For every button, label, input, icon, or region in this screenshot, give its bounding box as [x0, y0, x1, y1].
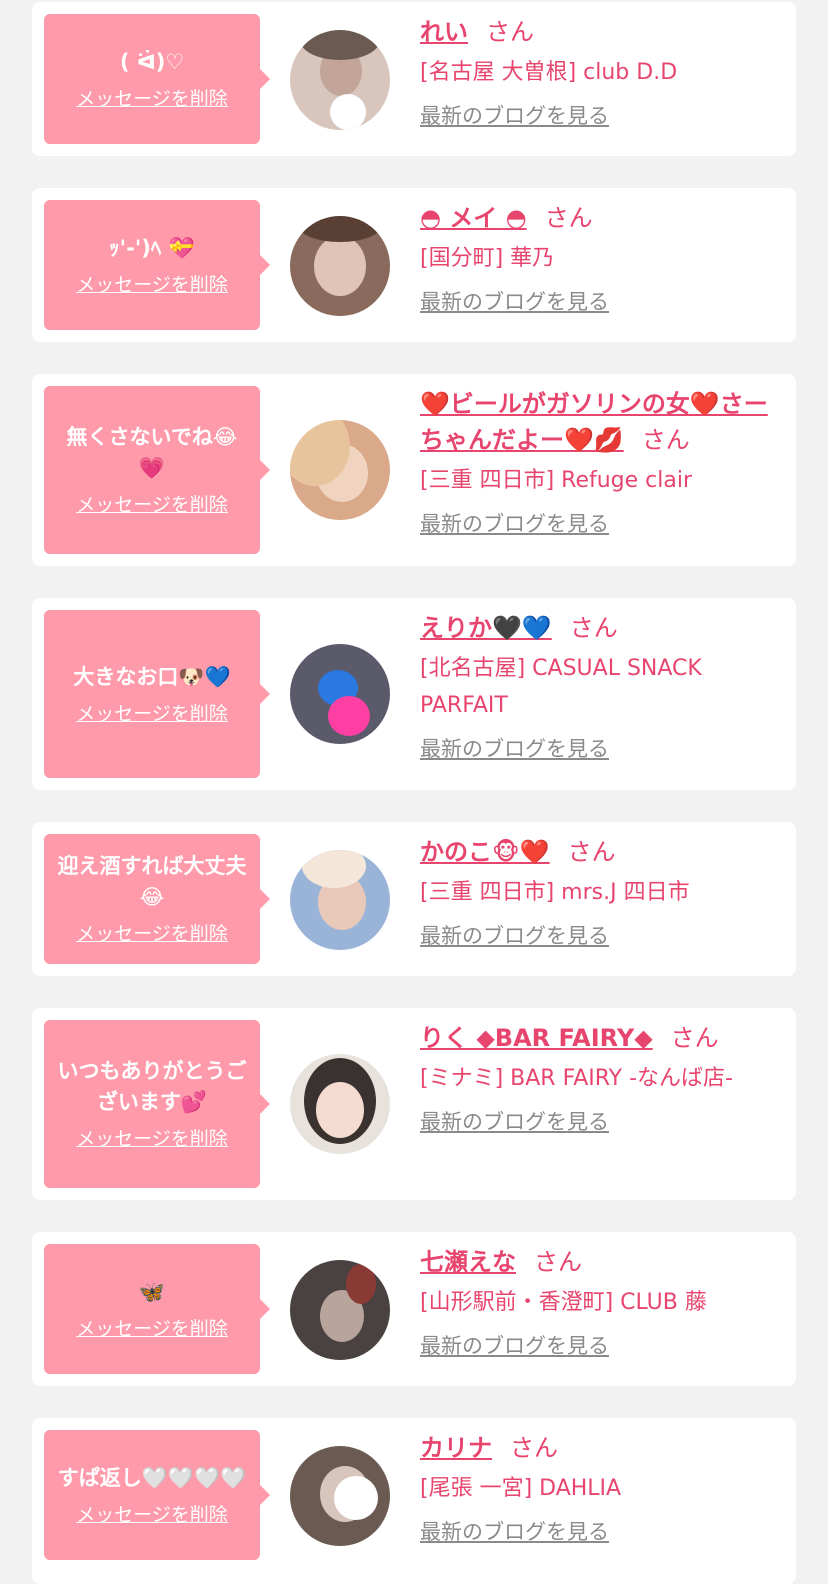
girl-name-link[interactable]: かのこ🐵❤️: [420, 838, 550, 866]
message-bubble: 大きなお口🐶💙 メッセージを削除: [44, 610, 270, 778]
latest-blog-link[interactable]: 最新のブログを見る: [420, 509, 609, 539]
honorific: さん: [569, 614, 618, 642]
message-card: 大きなお口🐶💙 メッセージを削除 えりか🖤💙 さん [北名古屋] CASUAL S…: [32, 598, 796, 790]
latest-blog-link[interactable]: 最新のブログを見る: [420, 921, 609, 951]
girl-name-link[interactable]: れい: [420, 18, 468, 46]
message-bubble: ｯ'-')ﾍ 💝 メッセージを削除: [44, 200, 270, 330]
honorific: さん: [641, 426, 690, 454]
message-text: ｯ'-')ﾍ 💝: [109, 235, 195, 260]
message-text: 大きなお口🐶💙: [73, 664, 231, 689]
latest-blog-link[interactable]: 最新のブログを見る: [420, 734, 609, 764]
avatar[interactable]: [290, 644, 390, 744]
message-text: ( ᐛ)♡: [119, 49, 185, 74]
message-text: 迎え酒すれば大丈夫😂: [57, 854, 247, 909]
delete-message-link[interactable]: メッセージを削除: [76, 921, 228, 947]
shop-info: [ミナミ] BAR FAIRY -なんば店-: [420, 1066, 733, 1091]
avatar[interactable]: [290, 1054, 390, 1154]
delete-message-link[interactable]: メッセージを削除: [76, 272, 228, 298]
message-card: ( ᐛ)♡ メッセージを削除 れい さん [名古屋 大曽根] club D.D 最…: [32, 2, 796, 156]
message-card: 🦋 メッセージを削除 七瀬えな さん [山形駅前・香澄町] CLUB 藤 最新のブ…: [32, 1232, 796, 1386]
message-card: いつもありがとうございます💕 メッセージを削除 りく ◆BAR FAIRY◆ さん…: [32, 1008, 796, 1200]
honorific: さん: [544, 204, 593, 232]
message-bubble: いつもありがとうございます💕 メッセージを削除: [44, 1020, 270, 1188]
shop-info: [山形駅前・香澄町] CLUB 藤: [420, 1290, 707, 1315]
message-card: すぱ返し🤍🤍🤍🤍 メッセージを削除 カリナ さん [尾張 一宮] DAHLIA 最…: [32, 1418, 796, 1584]
girl-name-link[interactable]: カリナ: [420, 1434, 492, 1462]
avatar[interactable]: [290, 216, 390, 316]
shop-info: [三重 四日市] Refuge clair: [420, 468, 693, 493]
avatar[interactable]: [290, 30, 390, 130]
message-bubble: ( ᐛ)♡ メッセージを削除: [44, 14, 270, 144]
girl-name-link[interactable]: 七瀬えな: [420, 1248, 516, 1276]
shop-info: [名古屋 大曽根] club D.D: [420, 60, 678, 85]
profile-info: カリナ さん [尾張 一宮] DAHLIA 最新のブログを見る: [420, 1430, 776, 1547]
message-bubble: 迎え酒すれば大丈夫😂 メッセージを削除: [44, 834, 270, 964]
profile-info: 七瀬えな さん [山形駅前・香澄町] CLUB 藤 最新のブログを見る: [420, 1244, 776, 1361]
message-text: すぱ返し🤍🤍🤍🤍: [57, 1465, 247, 1490]
message-list: ( ᐛ)♡ メッセージを削除 れい さん [名古屋 大曽根] club D.D 最…: [0, 0, 828, 1584]
avatar[interactable]: [290, 420, 390, 520]
profile-info: りく ◆BAR FAIRY◆ さん [ミナミ] BAR FAIRY -なんば店- …: [420, 1020, 776, 1137]
latest-blog-link[interactable]: 最新のブログを見る: [420, 1517, 609, 1547]
girl-name-link[interactable]: えりか🖤💙: [420, 614, 552, 642]
shop-info: [尾張 一宮] DAHLIA: [420, 1476, 622, 1501]
message-card: 迎え酒すれば大丈夫😂 メッセージを削除 かのこ🐵❤️ さん [三重 四日市] mr…: [32, 822, 796, 976]
latest-blog-link[interactable]: 最新のブログを見る: [420, 1331, 609, 1361]
honorific: さん: [510, 1434, 558, 1462]
honorific: さん: [486, 18, 534, 46]
profile-info: れい さん [名古屋 大曽根] club D.D 最新のブログを見る: [420, 14, 776, 131]
honorific: さん: [670, 1024, 719, 1052]
shop-info: [北名古屋] CASUAL SNACK PARFAIT: [420, 656, 702, 718]
delete-message-link[interactable]: メッセージを削除: [76, 1502, 228, 1528]
message-bubble: 🦋 メッセージを削除: [44, 1244, 270, 1374]
delete-message-link[interactable]: メッセージを削除: [76, 701, 228, 727]
delete-message-link[interactable]: メッセージを削除: [76, 86, 228, 112]
avatar[interactable]: [290, 850, 390, 950]
avatar[interactable]: [290, 1446, 390, 1546]
avatar[interactable]: [290, 1260, 390, 1360]
shop-info: [国分町] 華乃: [420, 246, 555, 271]
message-card: ｯ'-')ﾍ 💝 メッセージを削除 ◓ メイ ◓ さん [国分町] 華乃 最新のブ…: [32, 188, 796, 342]
latest-blog-link[interactable]: 最新のブログを見る: [420, 1107, 609, 1137]
profile-info: ◓ メイ ◓ さん [国分町] 華乃 最新のブログを見る: [420, 200, 776, 317]
girl-name-link[interactable]: ❤️ビールがガソリンの女❤️さーちゃんだよー❤️💋: [420, 390, 768, 454]
message-text: いつもありがとうございます💕: [57, 1059, 247, 1114]
delete-message-link[interactable]: メッセージを削除: [76, 1126, 228, 1152]
latest-blog-link[interactable]: 最新のブログを見る: [420, 101, 609, 131]
girl-name-link[interactable]: りく ◆BAR FAIRY◆: [420, 1024, 653, 1052]
message-bubble: 無くさないでね😂💗 メッセージを削除: [44, 386, 270, 554]
latest-blog-link[interactable]: 最新のブログを見る: [420, 287, 609, 317]
girl-name-link[interactable]: ◓ メイ ◓: [420, 204, 527, 232]
shop-info: [三重 四日市] mrs.J 四日市: [420, 880, 690, 905]
honorific: さん: [534, 1248, 582, 1276]
message-card: 無くさないでね😂💗 メッセージを削除 ❤️ビールがガソリンの女❤️さーちゃんだよ…: [32, 374, 796, 566]
profile-info: えりか🖤💙 さん [北名古屋] CASUAL SNACK PARFAIT 最新のブ…: [420, 610, 776, 764]
message-bubble: すぱ返し🤍🤍🤍🤍 メッセージを削除: [44, 1430, 270, 1560]
delete-message-link[interactable]: メッセージを削除: [76, 492, 228, 518]
delete-message-link[interactable]: メッセージを削除: [76, 1316, 228, 1342]
message-text: 🦋: [138, 1279, 166, 1304]
profile-info: かのこ🐵❤️ さん [三重 四日市] mrs.J 四日市 最新のブログを見る: [420, 834, 776, 951]
profile-info: ❤️ビールがガソリンの女❤️さーちゃんだよー❤️💋 さん [三重 四日市] Ref…: [420, 386, 776, 539]
message-text: 無くさないでね😂💗: [66, 425, 238, 480]
honorific: さん: [567, 838, 616, 866]
